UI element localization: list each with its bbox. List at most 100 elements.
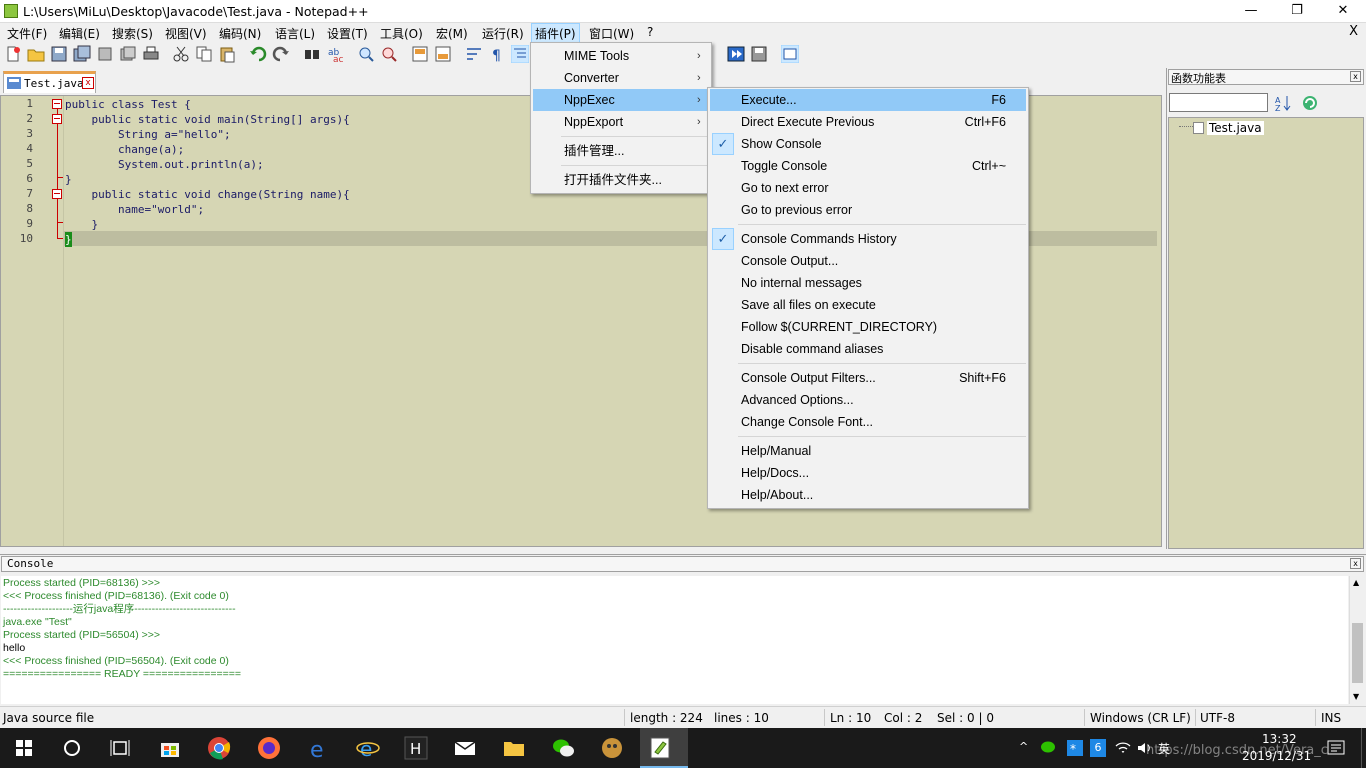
chrome-icon[interactable] (207, 736, 231, 760)
zoom-in-icon[interactable] (357, 45, 375, 63)
scroll-up-icon[interactable]: ▲ (1353, 578, 1359, 587)
menu-file[interactable]: 文件(F) (7, 25, 47, 42)
menuitem-go-to-next-error[interactable]: Go to next error (710, 177, 1026, 199)
game-app-icon[interactable] (600, 736, 624, 760)
console-close-button[interactable]: x (1350, 558, 1361, 569)
menu-help[interactable]: ? (647, 25, 653, 39)
tray-bluetooth-icon[interactable]: * (1066, 739, 1084, 757)
clock-time[interactable]: 13:32 (1262, 732, 1297, 746)
notepadpp-icon[interactable] (648, 736, 672, 760)
menuitem-console-output[interactable]: Console Output... (710, 250, 1026, 272)
print-icon[interactable] (142, 45, 160, 63)
scroll-down-icon[interactable]: ▼ (1353, 692, 1359, 701)
function-list-close-button[interactable]: x (1350, 71, 1361, 82)
menuitem-follow-current-directory[interactable]: Follow $(CURRENT_DIRECTORY) (710, 316, 1026, 338)
menu-macro[interactable]: 宏(M) (436, 25, 468, 42)
menu-window[interactable]: 窗口(W) (589, 25, 634, 42)
ie-icon[interactable]: e (356, 736, 380, 761)
menuitem-no-internal-messages[interactable]: No internal messages (710, 272, 1026, 294)
zoom-out-icon[interactable] (380, 45, 398, 63)
cut-icon[interactable] (172, 45, 190, 63)
file-explorer-icon[interactable] (502, 736, 526, 760)
open-file-icon[interactable] (27, 45, 45, 63)
menu-encoding[interactable]: 编码(N) (219, 25, 261, 42)
new-file-icon[interactable] (4, 45, 22, 63)
menu-tools[interactable]: 工具(O) (380, 25, 423, 42)
menuitem-nppexec[interactable]: NppExec › (533, 89, 709, 111)
menuitem-open-plugins-folder[interactable]: 打开插件文件夹... (533, 169, 709, 191)
clock-date[interactable]: 2019/12/31 (1242, 749, 1311, 763)
menuitem-disable-command-aliases[interactable]: Disable command aliases (710, 338, 1026, 360)
fold-toggle-icon[interactable] (52, 99, 62, 109)
save-icon[interactable] (50, 45, 68, 63)
play-macro-multiple-icon[interactable] (727, 45, 745, 63)
search-icon[interactable] (60, 736, 84, 760)
panel-toggle-icon[interactable] (780, 44, 800, 64)
menuitem-direct-execute-previous[interactable]: Direct Execute Previous Ctrl+F6 (710, 111, 1026, 133)
menu-edit[interactable]: 编辑(E) (59, 25, 100, 42)
copy-icon[interactable] (195, 45, 213, 63)
redo-icon[interactable] (272, 45, 290, 63)
menuitem-help-about[interactable]: Help/About... (710, 484, 1026, 506)
find-icon[interactable] (303, 45, 321, 63)
menuitem-toggle-console[interactable]: Toggle Console Ctrl+~ (710, 155, 1026, 177)
word-wrap-icon[interactable] (465, 45, 483, 63)
undo-icon[interactable] (249, 45, 267, 63)
menu-plugins[interactable]: 插件(P) (531, 23, 580, 44)
restore-button[interactable]: ❐ (1274, 0, 1320, 23)
close-file-icon[interactable] (96, 45, 114, 63)
menuitem-converter[interactable]: Converter › (533, 67, 709, 89)
paste-icon[interactable] (218, 45, 236, 63)
menuitem-nppexport[interactable]: NppExport › (533, 111, 709, 133)
show-all-chars-icon[interactable]: ¶ (488, 45, 506, 64)
fold-toggle-icon[interactable] (52, 189, 62, 199)
scrollbar-thumb[interactable] (1352, 623, 1363, 683)
console-output[interactable]: Process started (PID=68136) >>> <<< Proc… (1, 576, 1348, 704)
minimize-button[interactable]: — (1228, 0, 1274, 23)
sync-horizontal-icon[interactable] (434, 45, 452, 63)
reload-icon[interactable] (1301, 94, 1319, 112)
tab-close-button[interactable]: x (82, 77, 94, 89)
h-app-icon[interactable]: H (404, 736, 428, 760)
menu-search[interactable]: 搜索(S) (112, 25, 153, 42)
function-search-input[interactable] (1169, 93, 1268, 112)
menu-settings[interactable]: 设置(T) (327, 25, 368, 42)
menuitem-mime-tools[interactable]: MIME Tools › (533, 45, 709, 67)
task-view-icon[interactable] (108, 736, 132, 760)
console-scrollbar[interactable]: ▲ ▼ (1349, 576, 1364, 704)
menuitem-save-all-files-on-execute[interactable]: Save all files on execute (710, 294, 1026, 316)
menuitem-show-console[interactable]: ✓ Show Console (710, 133, 1026, 155)
wechat-icon[interactable] (551, 736, 575, 760)
menuitem-go-to-previous-error[interactable]: Go to previous error (710, 199, 1026, 221)
mail-icon[interactable] (453, 736, 477, 760)
store-icon[interactable] (158, 736, 182, 760)
wifi-icon[interactable] (1114, 739, 1132, 757)
save-macro-icon[interactable] (750, 45, 768, 63)
tray-wechat-icon[interactable] (1040, 739, 1058, 757)
menuitem-help-docs[interactable]: Help/Docs... (710, 462, 1026, 484)
replace-icon[interactable]: ab ac (326, 45, 344, 65)
tray-badge[interactable]: 6 (1090, 739, 1106, 757)
start-windows-icon[interactable] (12, 736, 36, 760)
firefox-icon[interactable] (257, 736, 281, 760)
menuitem-change-console-font[interactable]: Change Console Font... (710, 411, 1026, 433)
menuitem-console-output-filters[interactable]: Console Output Filters... Shift+F6 (710, 367, 1026, 389)
indent-guide-icon[interactable] (510, 44, 530, 64)
edge-icon[interactable]: e (307, 736, 331, 763)
menuitem-advanced-options[interactable]: Advanced Options... (710, 389, 1026, 411)
close-window-button[interactable]: ✕ (1320, 0, 1366, 23)
save-all-icon[interactable] (73, 45, 91, 63)
menu-view[interactable]: 视图(V) (165, 25, 207, 42)
close-all-icon[interactable] (119, 45, 137, 63)
tab-test-java[interactable]: Test.java x (3, 71, 96, 93)
sort-icon[interactable]: AZ (1274, 94, 1292, 113)
sync-vertical-icon[interactable] (411, 45, 429, 63)
menuitem-console-commands-history[interactable]: ✓ Console Commands History (710, 228, 1026, 250)
tray-overflow-icon[interactable]: ^ (1019, 740, 1028, 753)
close-document-button[interactable]: X (1349, 24, 1358, 39)
menu-language[interactable]: 语言(L) (275, 25, 315, 42)
menuitem-plugin-admin[interactable]: 插件管理... (533, 140, 709, 162)
menuitem-execute[interactable]: Execute... F6 (710, 89, 1026, 111)
menuitem-help-manual[interactable]: Help/Manual (710, 440, 1026, 462)
show-desktop-button[interactable] (1361, 728, 1366, 768)
